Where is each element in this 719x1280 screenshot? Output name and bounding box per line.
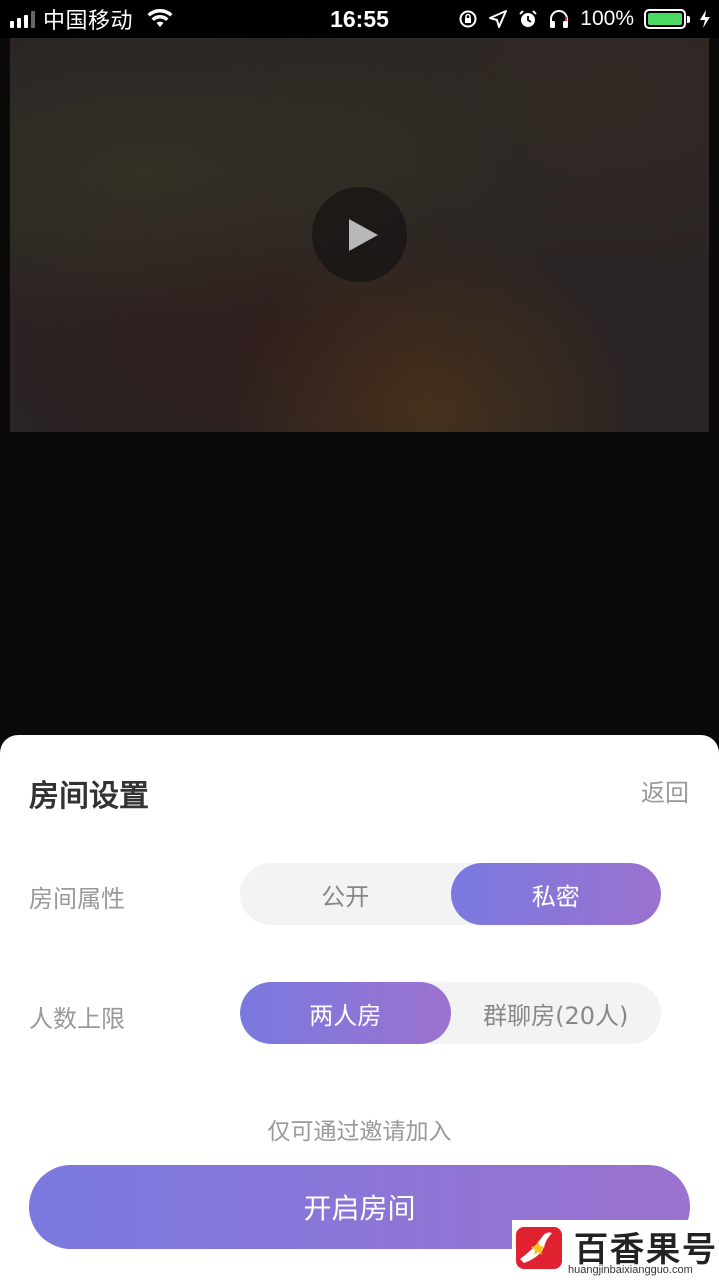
video-preview[interactable] [10,38,709,432]
watermark-logo-icon [516,1227,562,1269]
headphones-icon [550,10,569,28]
screen: 中国移动 16:55 100% 房间设置 返回 房间属性 公开 私密 人数上限 … [0,0,719,1280]
capacity-label: 人数上限 [29,1005,125,1033]
invite-only-hint: 仅可通过邀请加入 [267,1119,452,1145]
charging-icon [700,10,710,28]
room-type-public-option[interactable]: 公开 [240,863,451,925]
room-type-toggle: 公开 私密 [240,863,661,925]
capacity-group-option[interactable]: 群聊房(20人) [451,982,662,1044]
battery-icon [644,9,690,29]
capacity-toggle: 两人房 群聊房(20人) [240,982,661,1044]
play-icon [348,218,378,251]
battery-percent: 100% [580,7,634,30]
status-right: 100% [458,0,711,38]
watermark: 百香果号 huangjinbaixiangguo.com [512,1220,719,1280]
orientation-lock-icon [459,10,477,28]
watermark-url: huangjinbaixiangguo.com [568,1264,693,1276]
room-type-label: 房间属性 [29,885,125,913]
alarm-icon [519,10,537,27]
battery-fill [648,13,682,25]
room-type-private-option[interactable]: 私密 [450,863,661,925]
room-settings-sheet: 房间设置 返回 房间属性 公开 私密 人数上限 两人房 群聊房(20人) 仅可通… [0,735,719,1280]
location-icon [489,10,508,28]
back-button[interactable]: 返回 [641,773,689,808]
status-bar: 中国移动 16:55 100% [0,0,719,38]
play-button[interactable] [312,187,407,282]
sheet-title: 房间设置 [29,779,149,814]
capacity-two-option[interactable]: 两人房 [240,982,451,1044]
